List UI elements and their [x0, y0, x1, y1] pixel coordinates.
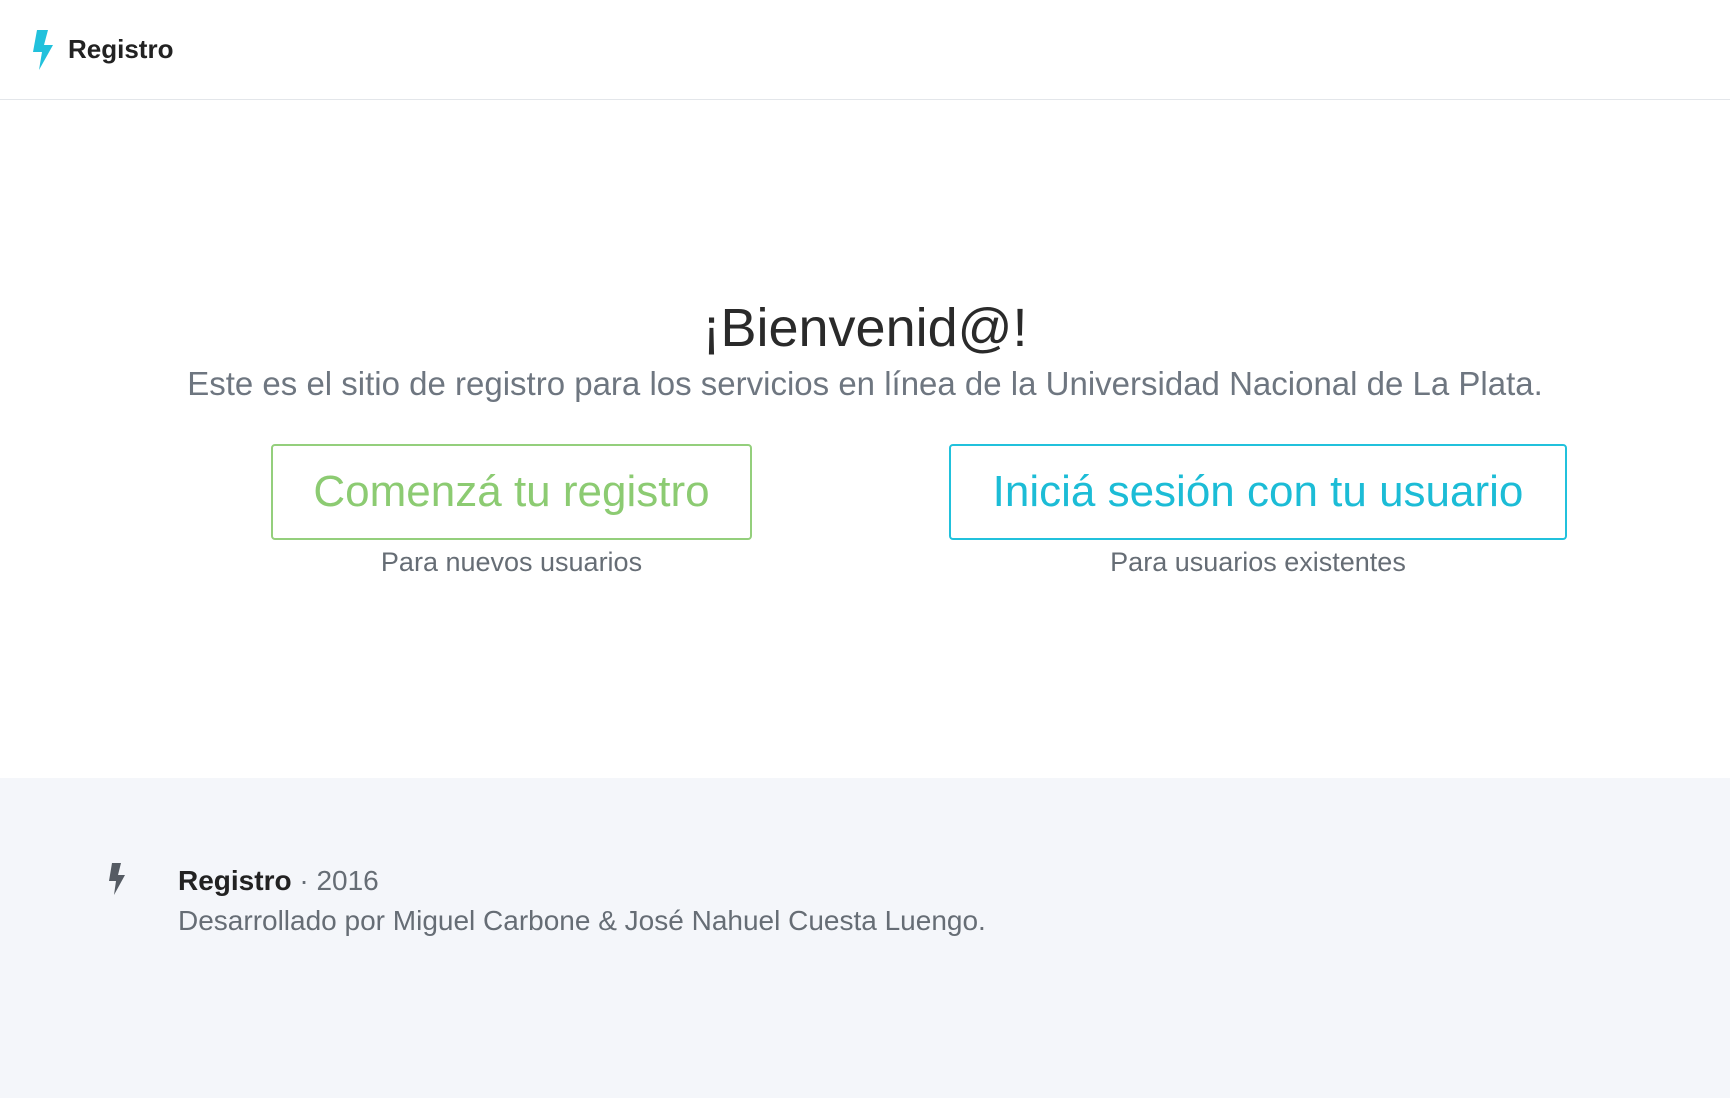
footer-brand: Registro: [178, 865, 292, 896]
page-title: ¡Bienvenid@!: [702, 298, 1028, 358]
start-registration-button[interactable]: Comenzá tu registro: [271, 444, 752, 540]
footer-separator: ·: [299, 865, 309, 896]
footer-brand-line: Registro · 2016: [178, 864, 379, 898]
footer: Registro · 2016 Desarrollado por Miguel …: [0, 778, 1730, 1098]
lightning-bolt-icon: [109, 863, 125, 895]
login-caption: Para usuarios existentes: [1110, 547, 1406, 577]
hero-section: ¡Bienvenid@! Este es el sitio de registr…: [0, 100, 1730, 778]
top-navbar: Registro: [0, 0, 1730, 100]
brand-label: Registro: [68, 34, 174, 64]
register-caption: Para nuevos usuarios: [380, 547, 643, 577]
lightning-bolt-icon: [33, 29, 53, 70]
footer-credits: Desarrollado por Miguel Carbone & José N…: [178, 905, 986, 936]
footer-year: 2016: [316, 865, 379, 896]
page-subtitle: Este es el sitio de registro para los se…: [187, 365, 1543, 402]
login-button[interactable]: Iniciá sesión con tu usuario: [949, 444, 1567, 540]
brand-link[interactable]: Registro: [30, 29, 174, 70]
